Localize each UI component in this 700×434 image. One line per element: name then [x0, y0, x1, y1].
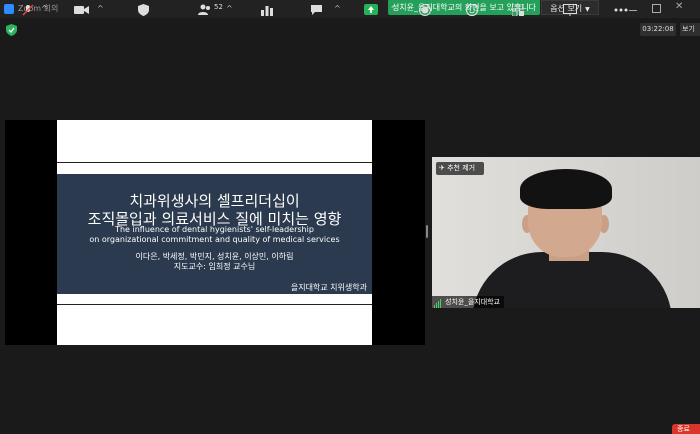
close-button[interactable]: ✕ [672, 0, 688, 16]
slide-advisor: 지도교수: 임희정 교수님 [173, 262, 256, 271]
participants-button[interactable] [198, 4, 212, 16]
record-button[interactable] [419, 4, 431, 16]
polls-button[interactable] [261, 4, 273, 16]
polls-icon [261, 6, 273, 16]
participant-video[interactable] [432, 157, 700, 308]
slide-bottom-rule [57, 304, 372, 305]
minimize-icon [629, 10, 637, 11]
meeting-timer: 03:22:08 [640, 23, 676, 36]
reactions-icon [466, 4, 478, 16]
share-screen-icon [364, 4, 378, 15]
view-toggle-button[interactable]: 보기 [680, 23, 700, 36]
slide-english-line1: The influence of dental hygienists' self… [115, 225, 314, 234]
mute-mic-icon [22, 4, 34, 16]
record-icon [419, 4, 431, 16]
signal-strength-icon [434, 296, 442, 308]
participant-name-tag: 성치윤_을지대학교 [432, 296, 505, 308]
participants-count: 52 [214, 3, 223, 11]
maximize-button[interactable] [648, 0, 664, 16]
zoom-app-icon [4, 4, 14, 14]
end-meeting-button[interactable]: 종료 [672, 424, 700, 434]
mute-button[interactable] [22, 4, 34, 16]
apps-icon [512, 4, 524, 16]
whiteboard-button[interactable] [563, 4, 577, 16]
more-icon [614, 8, 628, 12]
encryption-shield-icon[interactable] [6, 24, 17, 36]
apps-button[interactable] [512, 4, 524, 16]
video-button[interactable] [74, 4, 89, 16]
split-view-drag-handle[interactable] [426, 225, 428, 238]
participants-icon [198, 4, 210, 15]
audio-options-chevron[interactable]: ^ [41, 4, 48, 13]
video-options-chevron[interactable]: ^ [97, 4, 104, 13]
chat-button[interactable] [310, 4, 323, 16]
reactions-button[interactable] [466, 4, 478, 16]
more-button[interactable] [614, 4, 628, 16]
unpin-label: 추천 제거 [447, 164, 476, 172]
slide-top-rule [57, 162, 372, 163]
meeting-toolbar [0, 415, 700, 434]
chat-icon [311, 5, 322, 15]
close-icon: ✕ [675, 1, 684, 12]
chat-options-chevron[interactable]: ^ [334, 4, 341, 13]
security-button[interactable] [138, 4, 149, 16]
share-options-chevron[interactable]: ^ [390, 4, 397, 13]
unpin-video-button[interactable]: ✈ 추천 제거 [436, 162, 484, 175]
participant-name: 성치윤_을지대학교 [445, 298, 501, 306]
slide-department: 을지대학교 치위생학과 [290, 283, 367, 292]
presentation-slide: 치과위생사의 셀프리더십이 조직몰입과 의료서비스 질에 미치는 영향 The … [57, 120, 372, 345]
participant-hair [520, 169, 612, 209]
view-toggle-label: 보기 [682, 25, 695, 33]
security-shield-icon [138, 4, 149, 16]
slide-english-line2: on organizational commitment and quality… [89, 235, 340, 244]
whiteboard-icon [563, 4, 577, 16]
video-camera-icon [74, 6, 89, 14]
chevron-down-icon: ▼ [585, 6, 590, 13]
participants-options-chevron[interactable]: ^ [226, 4, 233, 13]
pin-icon: ✈ [439, 164, 448, 172]
share-screen-button[interactable] [364, 4, 378, 16]
maximize-icon [652, 4, 661, 13]
